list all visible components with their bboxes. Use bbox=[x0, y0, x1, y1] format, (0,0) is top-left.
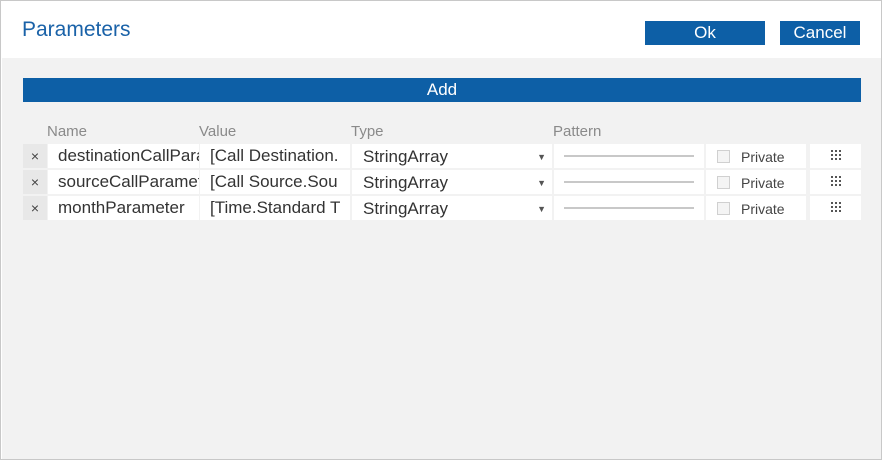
name-field[interactable]: sourceCallParameter bbox=[48, 170, 199, 194]
private-checkbox[interactable] bbox=[717, 202, 730, 215]
type-selected-value: StringArray bbox=[363, 147, 449, 166]
private-toggle[interactable]: Private bbox=[706, 196, 806, 220]
remove-row-button[interactable]: × bbox=[23, 196, 47, 220]
value-field[interactable]: [Call Destination. bbox=[200, 144, 350, 168]
pattern-field[interactable] bbox=[554, 196, 704, 220]
chevron-down-icon: ▼ bbox=[537, 152, 546, 162]
private-label: Private bbox=[741, 149, 785, 165]
chevron-down-icon: ▼ bbox=[537, 178, 546, 188]
close-icon: × bbox=[30, 174, 40, 190]
type-selected-value: StringArray bbox=[363, 199, 449, 218]
type-select[interactable]: StringArray ▼ bbox=[352, 196, 552, 220]
drag-handle-icon bbox=[831, 150, 841, 160]
close-icon: × bbox=[30, 200, 40, 216]
pattern-input-underline bbox=[564, 207, 694, 209]
private-checkbox[interactable] bbox=[717, 150, 730, 163]
remove-row-button[interactable]: × bbox=[23, 144, 47, 168]
pattern-field[interactable] bbox=[554, 144, 704, 168]
cancel-button[interactable]: Cancel bbox=[780, 21, 860, 45]
private-label: Private bbox=[741, 175, 785, 191]
name-input[interactable]: destinationCallParameter bbox=[58, 147, 199, 165]
drag-handle-icon bbox=[831, 176, 841, 186]
parameters-dialog: Parameters Ok Cancel Add Name Value Type… bbox=[0, 0, 882, 460]
column-header-name: Name bbox=[47, 123, 88, 140]
column-header-value: Value bbox=[199, 123, 237, 140]
dialog-body: Add Name Value Type Pattern × destinatio… bbox=[2, 58, 881, 459]
name-field[interactable]: monthParameter bbox=[48, 196, 199, 220]
ok-button[interactable]: Ok bbox=[645, 21, 765, 45]
drag-handle[interactable] bbox=[810, 144, 861, 168]
chevron-down-icon: ▼ bbox=[537, 204, 546, 214]
value-field[interactable]: [Call Source.Sou bbox=[200, 170, 350, 194]
name-field[interactable]: destinationCallParameter bbox=[48, 144, 199, 168]
parameter-row: × monthParameter [Time.Standard T String… bbox=[23, 196, 861, 220]
column-header-type: Type bbox=[351, 123, 384, 140]
remove-row-button[interactable]: × bbox=[23, 170, 47, 194]
parameter-row: × sourceCallParameter [Call Source.Sou S… bbox=[23, 170, 861, 194]
drag-handle[interactable] bbox=[810, 196, 861, 220]
close-icon: × bbox=[30, 148, 40, 164]
name-input[interactable]: monthParameter bbox=[58, 199, 199, 217]
pattern-input-underline bbox=[564, 155, 694, 157]
value-input[interactable]: [Time.Standard T bbox=[210, 199, 350, 217]
pattern-field[interactable] bbox=[554, 170, 704, 194]
add-parameter-button[interactable]: Add bbox=[23, 78, 861, 102]
private-checkbox[interactable] bbox=[717, 176, 730, 189]
dialog-title: Parameters bbox=[22, 18, 131, 41]
drag-handle-icon bbox=[831, 202, 841, 212]
type-selected-value: StringArray bbox=[363, 173, 449, 192]
value-field[interactable]: [Time.Standard T bbox=[200, 196, 350, 220]
name-input[interactable]: sourceCallParameter bbox=[58, 173, 199, 191]
private-toggle[interactable]: Private bbox=[706, 144, 806, 168]
drag-handle[interactable] bbox=[810, 170, 861, 194]
value-input[interactable]: [Call Destination. bbox=[210, 147, 350, 165]
private-label: Private bbox=[741, 201, 785, 217]
pattern-input-underline bbox=[564, 181, 694, 183]
value-input[interactable]: [Call Source.Sou bbox=[210, 173, 350, 191]
type-select[interactable]: StringArray ▼ bbox=[352, 170, 552, 194]
parameter-row: × destinationCallParameter [Call Destina… bbox=[23, 144, 861, 168]
type-select[interactable]: StringArray ▼ bbox=[352, 144, 552, 168]
private-toggle[interactable]: Private bbox=[706, 170, 806, 194]
dialog-header: Parameters Ok Cancel bbox=[1, 1, 881, 58]
column-header-pattern: Pattern bbox=[553, 123, 602, 140]
